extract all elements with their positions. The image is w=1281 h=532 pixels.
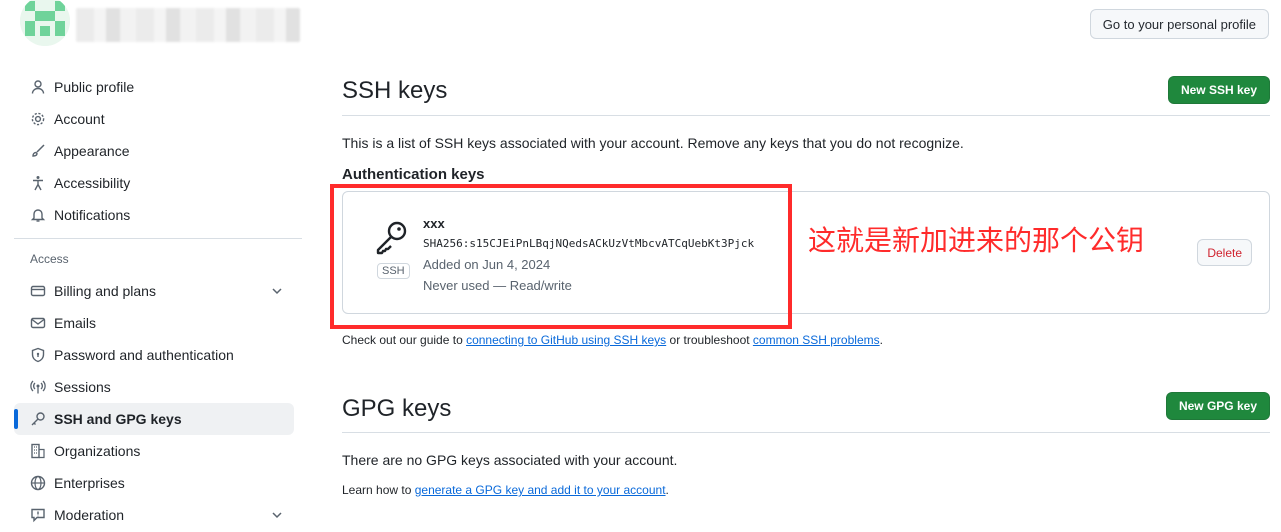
new-gpg-key-button[interactable]: New GPG key	[1165, 392, 1270, 420]
sidebar-item-billing[interactable]: Billing and plans	[14, 275, 302, 307]
sidebar-item-label: Accessibility	[54, 175, 131, 191]
mail-icon	[30, 315, 46, 331]
accessibility-icon	[30, 175, 46, 191]
sidebar-divider	[14, 238, 302, 239]
sidebar-item-accessibility[interactable]: Accessibility	[14, 167, 302, 199]
avatar[interactable]	[20, 0, 70, 46]
sidebar-item-label: Billing and plans	[54, 283, 156, 299]
key-icon	[30, 411, 46, 427]
shield-lock-icon	[30, 347, 46, 363]
guide-suffix: .	[879, 333, 883, 347]
person-icon	[30, 79, 46, 95]
ssh-guide-text: Check out our guide to connecting to Git…	[342, 333, 883, 347]
learn-suffix: .	[665, 483, 669, 497]
sidebar-heading-access: Access	[30, 252, 69, 266]
identicon-image	[20, 0, 70, 46]
sidebar-item-sessions[interactable]: Sessions	[14, 371, 302, 403]
sidebar-item-label: Account	[54, 111, 105, 127]
settings-sidebar: Public profile Account Appearance Access…	[14, 71, 302, 531]
gpg-learn-text: Learn how to generate a GPG key and add …	[342, 483, 669, 497]
chevron-down-icon[interactable]	[270, 284, 284, 298]
gpg-guide-link[interactable]: generate a GPG key and add it to your ac…	[415, 483, 666, 497]
sidebar-item-label: SSH and GPG keys	[54, 411, 182, 427]
sidebar-item-enterprises[interactable]: Enterprises	[14, 467, 302, 499]
gpg-keys-title: GPG keys	[342, 395, 452, 422]
guide-prefix: Check out our guide to	[342, 333, 467, 347]
credit-card-icon	[30, 283, 46, 299]
obscured-username	[76, 8, 300, 42]
sidebar-item-moderation[interactable]: Moderation	[14, 499, 302, 531]
sidebar-item-label: Password and authentication	[54, 347, 234, 363]
delete-key-button[interactable]: Delete	[1197, 239, 1252, 266]
guide-middle: or troubleshoot	[666, 333, 753, 347]
sidebar-item-label: Sessions	[54, 379, 111, 395]
sidebar-item-public-profile[interactable]: Public profile	[14, 71, 302, 103]
sidebar-item-ssh-gpg-keys[interactable]: SSH and GPG keys	[14, 403, 294, 435]
gear-icon	[30, 111, 46, 127]
sidebar-item-notifications[interactable]: Notifications	[14, 199, 302, 231]
sidebar-item-label: Moderation	[54, 507, 125, 523]
new-ssh-key-button[interactable]: New SSH key	[1167, 76, 1270, 104]
paintbrush-icon	[30, 143, 46, 159]
sidebar-item-label: Organizations	[54, 443, 141, 459]
sidebar-item-label: Emails	[54, 315, 97, 331]
sidebar-item-appearance[interactable]: Appearance	[14, 135, 302, 167]
report-icon	[30, 507, 46, 523]
authentication-keys-heading: Authentication keys	[342, 166, 485, 183]
sidebar-item-password-auth[interactable]: Password and authentication	[14, 339, 302, 371]
gpg-section-header: GPG keys New GPG key	[342, 390, 1270, 433]
organization-icon	[30, 443, 46, 459]
annotation-highlight-box	[330, 184, 792, 329]
ssh-guide-link[interactable]: connecting to GitHub using SSH keys	[466, 333, 666, 347]
sidebar-item-account[interactable]: Account	[14, 103, 302, 135]
chevron-down-icon[interactable]	[270, 508, 284, 522]
sidebar-item-label: Appearance	[54, 143, 130, 159]
sidebar-item-label: Enterprises	[54, 475, 125, 491]
go-to-profile-button[interactable]: Go to your personal profile	[1089, 9, 1269, 39]
sidebar-item-label: Notifications	[54, 207, 131, 223]
ssh-keys-title: SSH keys	[342, 77, 448, 104]
sidebar-item-label: Public profile	[54, 79, 135, 95]
ssh-troubleshoot-link[interactable]: common SSH problems	[753, 333, 880, 347]
bell-icon	[30, 207, 46, 223]
learn-prefix: Learn how to	[342, 483, 415, 497]
gpg-empty-text: There are no GPG keys associated with yo…	[342, 452, 678, 468]
globe-icon	[30, 475, 46, 491]
sidebar-item-organizations[interactable]: Organizations	[14, 435, 302, 467]
broadcast-icon	[30, 379, 46, 395]
annotation-note: 这就是新加进来的那个公钥	[808, 224, 1145, 257]
sidebar-item-emails[interactable]: Emails	[14, 307, 302, 339]
ssh-description: This is a list of SSH keys associated wi…	[342, 135, 964, 151]
ssh-section-header: SSH keys New SSH key	[342, 72, 1270, 116]
